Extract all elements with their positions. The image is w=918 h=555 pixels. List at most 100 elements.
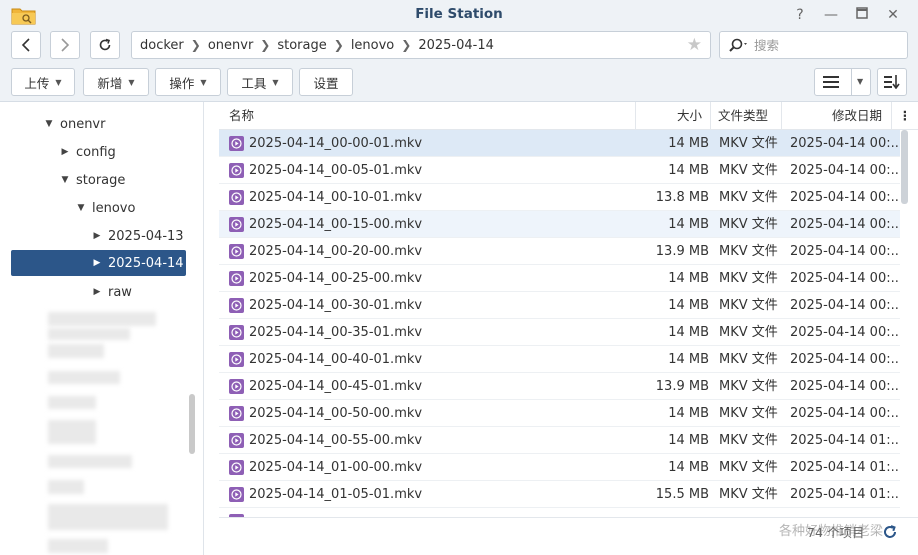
file-size: 14 MB <box>668 460 709 475</box>
chevron-left-icon <box>21 38 30 52</box>
table-row[interactable]: 2025-04-14_00-35-01.mkv 14 MB MKV 文件 2025-0… <box>219 319 900 346</box>
table-row[interactable]: 2025-04-14_00-45-01.mkv 13.9 MB MKV 文件 2025… <box>219 373 900 400</box>
create-button[interactable]: 新增 ▼ <box>83 68 149 96</box>
table-row[interactable]: 2025-04-14_00-00-01.mkv 14 MB MKV 文件 2025-0… <box>219 130 900 157</box>
video-file-icon <box>229 217 244 232</box>
collapsed-arrow-icon[interactable]: ▶ <box>90 231 104 241</box>
tree-item-label: raw <box>108 284 132 300</box>
create-label: 新增 <box>97 75 123 91</box>
settings-label: 设置 <box>313 75 339 91</box>
redacted-tree-item <box>48 328 130 340</box>
file-size: 14 MB <box>668 298 709 313</box>
table-row[interactable]: 2025-04-14_00-50-00.mkv 14 MB MKV 文件 2025-0… <box>219 400 900 427</box>
table-row[interactable]: 2025-04-14_00-20-00.mkv 13.9 MB MKV 文件 2025… <box>219 238 900 265</box>
collapsed-arrow-icon[interactable]: ▶ <box>58 147 72 157</box>
table-row[interactable]: 2025-04-14_01-00-00.mkv 14 MB MKV 文件 2025-0… <box>219 454 900 481</box>
close-icon[interactable]: ✕ <box>883 5 903 25</box>
tree-item-2025-04-13[interactable]: ▶ 2025-04-13 <box>90 223 184 249</box>
tree-item-2025-04-14[interactable]: ▶ 2025-04-14 <box>11 250 186 276</box>
tree-item-onenvr[interactable]: ▼ onenvr <box>42 111 106 137</box>
file-size: 14 MB <box>668 163 709 178</box>
tree-item-label: config <box>76 144 116 160</box>
file-size: 13.9 MB <box>655 244 709 259</box>
minimize-icon[interactable]: — <box>821 5 841 25</box>
table-row[interactable]: 2025-04-14_00-55-00.mkv 14 MB MKV 文件 2025-0… <box>219 427 900 454</box>
file-size: 14 MB <box>668 325 709 340</box>
caret-down-icon[interactable]: ▼ <box>857 77 863 86</box>
redacted-tree-item <box>48 480 84 494</box>
collapsed-arrow-icon[interactable]: ▶ <box>90 287 104 297</box>
refresh-button[interactable] <box>90 31 120 59</box>
tree-item-raw[interactable]: ▶ raw <box>90 279 132 305</box>
table-row[interactable]: 2025-04-14_00-05-01.mkv 14 MB MKV 文件 2025-0… <box>219 157 900 184</box>
tools-label: 工具 <box>241 75 267 91</box>
table-row[interactable]: 2025-04-14_00-25-00.mkv 14 MB MKV 文件 2025-0… <box>219 265 900 292</box>
file-size: 13.8 MB <box>655 190 709 205</box>
search-input[interactable] <box>754 37 894 53</box>
breadcrumb-storage[interactable]: storage <box>277 38 326 53</box>
table-row[interactable]: 2025-04-14_00-15-00.mkv 14 MB MKV 文件 2025-0… <box>219 211 900 238</box>
file-type: MKV 文件 <box>719 352 778 367</box>
breadcrumb-docker[interactable]: docker <box>140 38 184 53</box>
path-bar[interactable]: docker ❯ onenvr ❯ storage ❯ lenovo ❯ 202… <box>131 31 711 59</box>
forward-button[interactable] <box>50 31 80 59</box>
column-header-modified[interactable]: 修改日期 <box>782 102 892 130</box>
column-header-size[interactable]: 大小 <box>636 102 711 130</box>
table-row[interactable]: 2025-04-14_00-10-01.mkv 13.8 MB MKV 文件 2025… <box>219 184 900 211</box>
toolbar: 上传 ▼ 新增 ▼ 操作 ▼ 工具 ▼ 设置 ▼ <box>0 64 918 102</box>
sort-button[interactable] <box>877 68 907 96</box>
video-file-icon <box>229 271 244 286</box>
collapsed-arrow-icon[interactable]: ▶ <box>90 258 104 268</box>
column-options-icon[interactable]: ⋮ <box>892 102 918 130</box>
expanded-arrow-icon[interactable]: ▼ <box>58 175 72 185</box>
table-row[interactable]: 2025-04-14_00-40-01.mkv 14 MB MKV 文件 2025-0… <box>219 346 900 373</box>
action-button[interactable]: 操作 ▼ <box>155 68 221 96</box>
file-name: 2025-04-14_00-05-01.mkv <box>249 163 423 178</box>
redacted-tree-item <box>48 371 120 384</box>
file-modified: 2025-04-14 00:... <box>790 244 900 259</box>
redacted-tree-item <box>48 504 168 530</box>
breadcrumb-current-folder[interactable]: 2025-04-14 <box>418 38 494 53</box>
sidebar-scrollbar[interactable] <box>189 394 195 454</box>
tree-item-config[interactable]: ▶ config <box>58 139 116 165</box>
title-bar: File Station ? — ✕ <box>0 0 918 30</box>
back-button[interactable] <box>11 31 41 59</box>
tools-button[interactable]: 工具 ▼ <box>227 68 293 96</box>
tree-item-lenovo[interactable]: ▼ lenovo <box>74 195 136 221</box>
maximize-icon[interactable] <box>852 5 872 25</box>
file-modified: 2025-04-14 00:... <box>790 406 900 421</box>
search-box[interactable] <box>719 31 908 59</box>
view-mode-button[interactable]: ▼ <box>814 68 871 96</box>
column-header-type[interactable]: 文件类型 <box>711 102 782 130</box>
refresh-icon[interactable] <box>882 524 898 540</box>
table-row[interactable]: 2025-04-14_01-05-01.mkv 15.5 MB MKV 文件 2025… <box>219 481 900 508</box>
redacted-tree-item <box>48 420 96 444</box>
file-name: 2025-04-14_00-15-00.mkv <box>249 217 423 232</box>
column-header-name[interactable]: 名称 <box>219 102 636 130</box>
item-count: 74 个项目 <box>807 525 865 540</box>
breadcrumb-lenovo[interactable]: lenovo <box>351 38 394 53</box>
file-name: 2025-04-14_00-50-00.mkv <box>249 406 423 421</box>
table-row[interactable]: 2025-04-14_00-30-01.mkv 14 MB MKV 文件 2025-0… <box>219 292 900 319</box>
tree-item-storage[interactable]: ▼ storage <box>58 167 126 193</box>
refresh-icon <box>99 38 111 51</box>
caret-down-icon: ▼ <box>200 77 207 87</box>
file-name: 2025-04-14_00-25-00.mkv <box>249 271 423 286</box>
expanded-arrow-icon[interactable]: ▼ <box>42 119 56 129</box>
search-icon[interactable] <box>728 38 750 52</box>
settings-button[interactable]: 设置 <box>299 68 353 96</box>
expanded-arrow-icon[interactable]: ▼ <box>74 203 88 213</box>
breadcrumb-separator-icon: ❯ <box>333 38 344 52</box>
redacted-tree-item <box>48 396 96 409</box>
upload-button[interactable]: 上传 ▼ <box>11 68 75 96</box>
help-icon[interactable]: ? <box>790 5 810 25</box>
caret-down-icon: ▼ <box>272 77 279 87</box>
file-modified: 2025-04-14 00:... <box>790 136 900 151</box>
file-list-scrollbar[interactable] <box>901 130 908 204</box>
file-name: 2025-04-14_01-00-00.mkv <box>249 460 423 475</box>
favorite-star-icon[interactable]: ★ <box>687 35 702 55</box>
breadcrumb-onenvr[interactable]: onenvr <box>208 38 253 53</box>
table-row-partial[interactable] <box>219 508 900 517</box>
video-file-icon <box>229 433 244 448</box>
file-type: MKV 文件 <box>719 271 778 286</box>
